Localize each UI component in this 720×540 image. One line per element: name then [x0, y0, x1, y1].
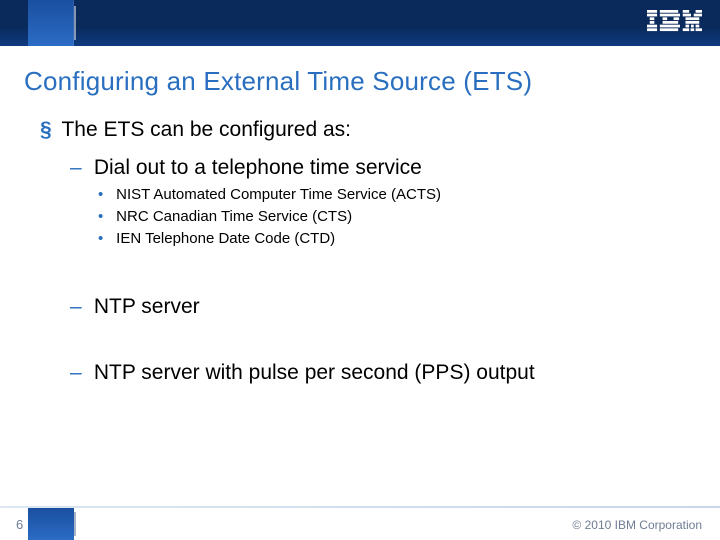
bullet-level-3: • NIST Automated Computer Time Service (… [98, 184, 680, 206]
square-bullet-icon: § [40, 118, 56, 142]
header-accent-square [28, 0, 74, 46]
ibm-logo-icon [647, 10, 702, 32]
dash-bullet-icon: – [70, 295, 88, 319]
bullet-level-3-group: • NIST Automated Computer Time Service (… [98, 184, 680, 249]
lvl1-text: The ETS can be configured as: [61, 118, 351, 141]
lvl3-text: NRC Canadian Time Service (CTS) [116, 208, 352, 225]
lvl3-text: IEN Telephone Date Code (CTD) [116, 230, 335, 247]
dot-bullet-icon: • [98, 228, 112, 250]
bullet-level-3: • IEN Telephone Date Code (CTD) [98, 228, 680, 250]
lvl2-text: NTP server [94, 295, 200, 318]
dot-bullet-icon: • [98, 184, 112, 206]
page-number: 6 [16, 517, 23, 532]
bullet-level-2: – NTP server [70, 295, 680, 319]
bullet-level-2: – Dial out to a telephone time service [70, 156, 680, 180]
spacer [40, 323, 680, 351]
header-bar [0, 0, 720, 46]
footer-accent-square [28, 508, 74, 540]
slide-body: § The ETS can be configured as: – Dial o… [40, 118, 680, 389]
dash-bullet-icon: – [70, 156, 88, 180]
lvl2-text: NTP server with pulse per second (PPS) o… [94, 361, 535, 384]
spacer [40, 257, 680, 285]
copyright: © 2010 IBM Corporation [572, 518, 702, 532]
footer-divider [74, 512, 76, 536]
bullet-level-3: • NRC Canadian Time Service (CTS) [98, 206, 680, 228]
bullet-level-1: § The ETS can be configured as: [40, 118, 680, 142]
slide-title: Configuring an External Time Source (ETS… [24, 66, 532, 97]
footer-rule [0, 506, 720, 508]
dash-bullet-icon: – [70, 361, 88, 385]
header-divider [74, 6, 76, 40]
bullet-level-2: – NTP server with pulse per second (PPS)… [70, 361, 680, 385]
lvl3-text: NIST Automated Computer Time Service (AC… [116, 186, 441, 203]
dot-bullet-icon: • [98, 206, 112, 228]
lvl2-text: Dial out to a telephone time service [94, 156, 422, 179]
slide: Configuring an External Time Source (ETS… [0, 0, 720, 540]
